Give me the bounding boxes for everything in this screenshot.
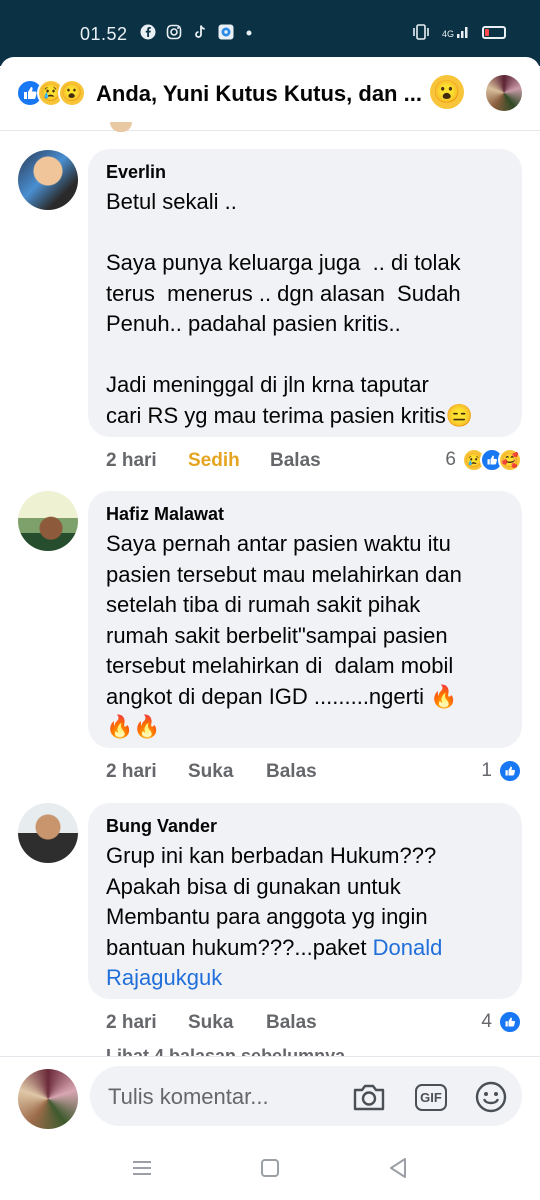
comment-input[interactable]: Tulis komentar... GIF [90,1066,522,1126]
status-notification-icons [140,24,260,40]
comment-author[interactable]: Hafiz Malawat [106,503,506,525]
header-group-avatar[interactable] [486,75,522,111]
current-user-avatar [18,1069,78,1129]
comment-bubble[interactable]: Bung Vander Grup ini kan berbadan Hukum?… [88,803,522,999]
header-reaction-icons[interactable]: 😢 😮 [16,79,86,107]
comment-author[interactable]: Everlin [106,161,506,183]
comment-actions: 2 hari Suka Balas [106,1012,317,1034]
reply-button[interactable]: Balas [266,1012,317,1034]
avatar[interactable] [18,491,78,551]
comment-actions: 2 hari Suka Balas [106,761,317,783]
comment-bubble[interactable]: Hafiz Malawat Saya pernah antar pasien w… [88,491,522,748]
wow-reaction-button[interactable]: 😮 [430,75,464,109]
post-header[interactable]: 😢 😮 Anda, Yuni Kutus Kutus, dan ... 😮 [0,57,540,131]
comment-time[interactable]: 2 hari [106,1012,188,1034]
recent-apps-icon[interactable] [130,1156,154,1180]
tiktok-icon [195,25,205,38]
like-icon [498,759,522,783]
wow-icon: 😮 [58,79,86,107]
like-icon [498,1010,522,1034]
reaction-summary[interactable]: 1 [481,759,522,783]
status-system-icons: 4G [412,24,506,40]
comment-text: Betul sekali .. Saya punya keluarga juga… [106,189,474,428]
instagram-icon [166,24,182,40]
react-button[interactable]: Sedih [188,450,270,472]
back-icon[interactable] [386,1156,410,1180]
camera-icon[interactable] [352,1080,386,1114]
comment-time[interactable]: 2 hari [106,761,188,783]
reaction-summary[interactable]: 4 [481,1010,522,1034]
comment-placeholder: Tulis komentar... [108,1084,269,1109]
dot-icon [246,30,252,36]
comment-text: Grup ini kan berbadan Hukum??? Apakah bi… [106,841,506,994]
gif-button[interactable]: GIF [414,1080,448,1114]
emoji-icon[interactable] [474,1080,508,1114]
reply-button[interactable]: Balas [266,761,317,783]
messenger-icon [218,24,234,40]
reaction-summary[interactable]: 6 😢 🥰 [445,448,522,472]
reaction-count: 6 [445,449,456,470]
app-root: 01.52 4G 😢 😮 Anda, Yuni Kutus Kutus, dan… [0,0,540,1200]
care-icon: 🥰 [498,448,522,472]
comment-actions: 2 hari Sedih Balas [106,450,321,472]
gif-icon: GIF [415,1083,447,1111]
signal-4g-icon: 4G [442,25,470,39]
home-icon[interactable] [258,1156,282,1180]
battery-low-icon [482,25,506,39]
avatar[interactable] [18,803,78,863]
vibrate-icon [413,24,429,40]
facebook-icon [140,24,156,40]
reaction-count: 4 [481,1011,492,1032]
comment-composer: Tulis komentar... GIF [0,1056,540,1134]
status-time: 01.52 [80,24,128,44]
system-nav-bar [0,1134,540,1200]
header-title[interactable]: Anda, Yuni Kutus Kutus, dan ... [96,81,426,107]
view-more-replies[interactable]: Lihat 4 balasan sebelumnya [106,1046,345,1056]
reply-button[interactable]: Balas [270,450,321,472]
reaction-count: 1 [481,760,492,781]
like-button[interactable]: Suka [188,761,266,783]
avatar[interactable] [18,150,78,210]
comment-text: Saya pernah antar pasien waktu itu pasie… [106,531,462,739]
comment-time[interactable]: 2 hari [106,450,188,472]
comment-bubble[interactable]: Everlin Betul sekali .. Saya punya kelua… [88,149,522,437]
comment-author[interactable]: Bung Vander [106,815,506,837]
like-button[interactable]: Suka [188,1012,266,1034]
